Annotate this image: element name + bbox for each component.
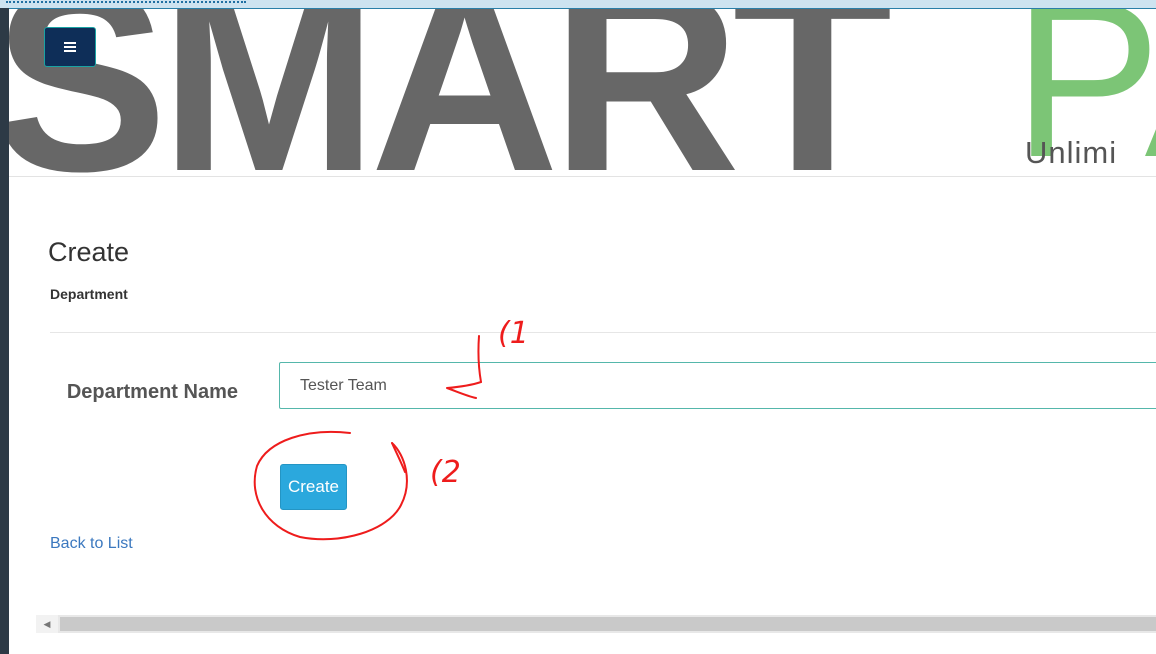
- browser-top-strip: [0, 0, 1156, 9]
- department-name-input[interactable]: [279, 362, 1156, 409]
- hamburger-icon: [64, 42, 76, 52]
- selection-marquee: [6, 0, 246, 3]
- annotation-step2-label: (2: [430, 455, 461, 490]
- divider: [50, 332, 1156, 333]
- back-to-list-link[interactable]: Back to List: [50, 535, 133, 553]
- page-subtitle: Department: [50, 286, 128, 302]
- horizontal-scrollbar[interactable]: ◀: [36, 615, 1156, 633]
- scrollbar-thumb[interactable]: [60, 617, 1156, 631]
- header-banner: SMART PA Unlimi: [9, 9, 1156, 177]
- logo-tagline: Unlimi: [1025, 135, 1118, 170]
- menu-toggle-button[interactable]: [44, 27, 96, 67]
- annotation-circle-tail: [391, 442, 406, 473]
- department-name-label: Department Name: [66, 381, 238, 403]
- scroll-left-arrow-icon[interactable]: ◀: [36, 615, 58, 633]
- left-window-edge: [0, 8, 9, 654]
- annotation-step1-label: (1: [498, 316, 529, 351]
- logo-smart-text: SMART: [9, 9, 892, 177]
- create-button[interactable]: Create: [280, 464, 347, 510]
- page-title: Create: [48, 237, 130, 267]
